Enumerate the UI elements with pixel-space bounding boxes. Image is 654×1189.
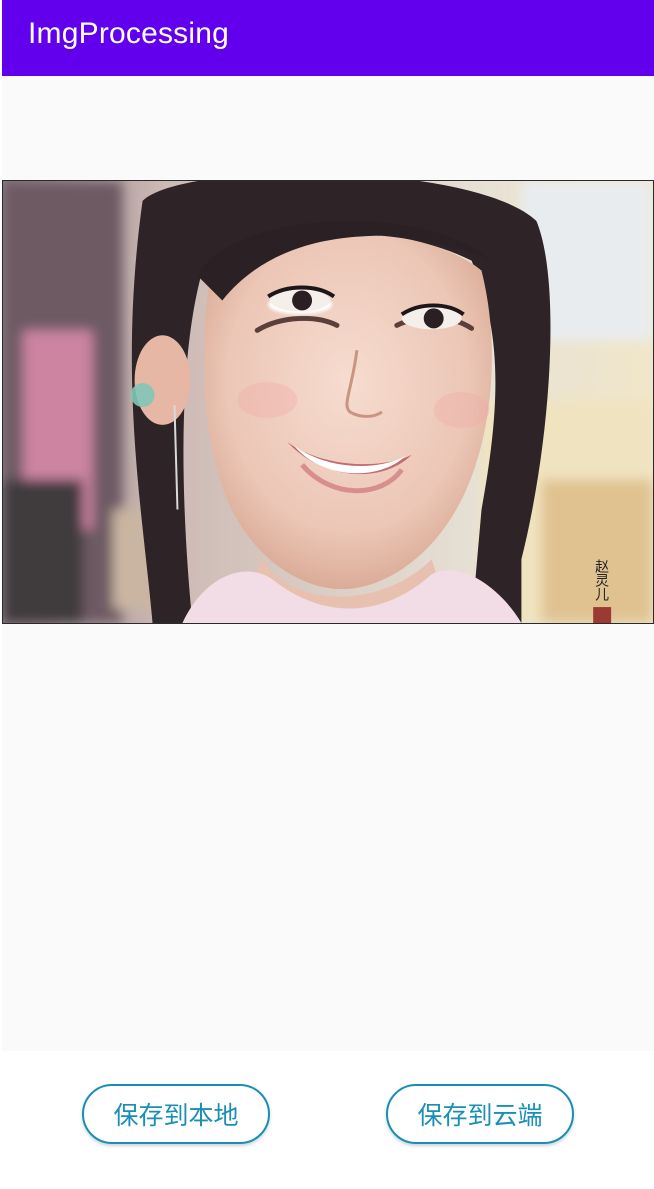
app-screen: ImgProcessing 赵灵儿 保存到本地 保存到云端 bbox=[0, 0, 654, 1189]
save-cloud-label: 保存到云端 bbox=[417, 1101, 543, 1130]
app-bar: ImgProcessing bbox=[2, 0, 654, 76]
watermark-text: 赵灵儿 bbox=[593, 559, 609, 602]
save-cloud-button[interactable]: 保存到云端 bbox=[386, 1084, 574, 1144]
save-local-label: 保存到本地 bbox=[113, 1101, 239, 1130]
content-area: 赵灵儿 bbox=[2, 76, 654, 1051]
app-title: ImgProcessing bbox=[28, 17, 230, 50]
processed-image: 赵灵儿 bbox=[2, 180, 654, 624]
photo-illustration: 赵灵儿 bbox=[3, 181, 653, 623]
save-local-button[interactable]: 保存到本地 bbox=[82, 1084, 270, 1144]
